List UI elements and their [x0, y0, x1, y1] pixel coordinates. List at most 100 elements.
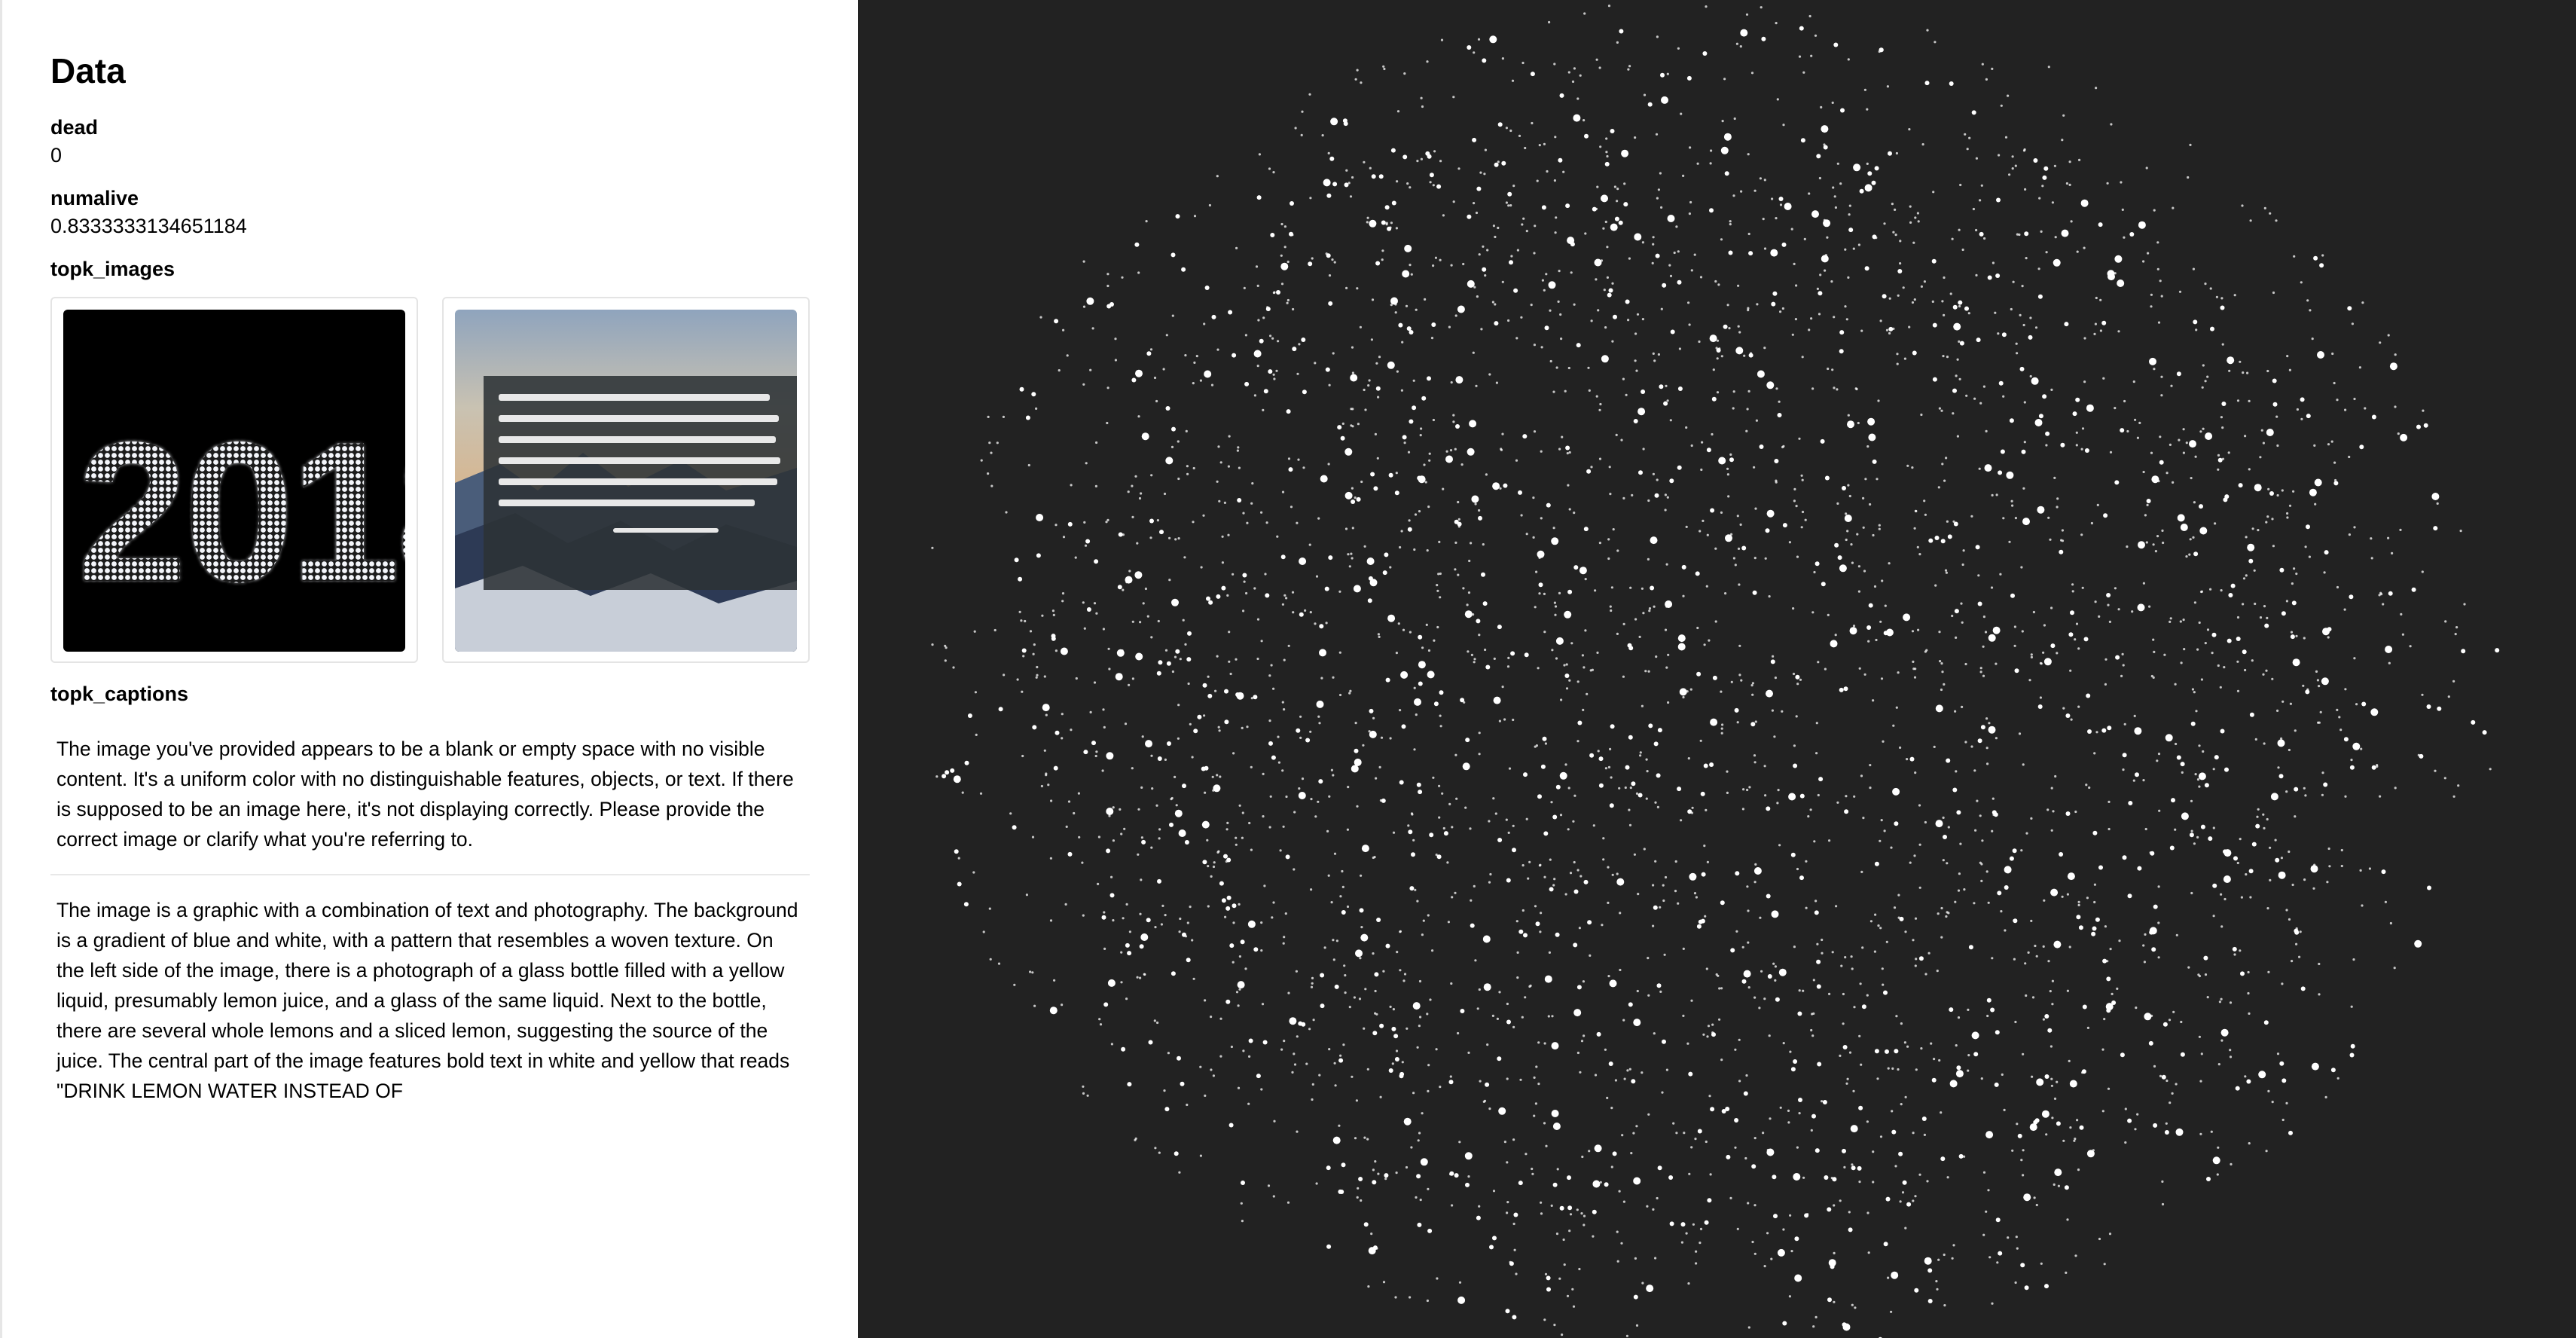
scatter-point[interactable] — [1236, 449, 1239, 452]
scatter-point[interactable] — [1293, 811, 1296, 814]
scatter-point[interactable] — [1833, 1251, 1836, 1254]
scatter-point[interactable] — [2180, 524, 2188, 531]
scatter-point[interactable] — [1771, 301, 1776, 307]
scatter-point[interactable] — [2286, 355, 2289, 358]
scatter-point[interactable] — [1830, 1264, 1835, 1269]
scatter-point[interactable] — [1187, 631, 1192, 636]
scatter-point[interactable] — [2154, 550, 2157, 553]
scatter-point[interactable] — [1175, 804, 1178, 807]
scatter-point[interactable] — [2234, 857, 2238, 860]
scatter-point[interactable] — [1344, 448, 1353, 456]
scatter-point[interactable] — [2316, 679, 2319, 682]
scatter-point[interactable] — [1145, 220, 1148, 223]
scatter-point[interactable] — [1650, 585, 1655, 591]
scatter-point[interactable] — [2023, 401, 2026, 404]
scatter-point[interactable] — [1271, 337, 1274, 340]
scatter-point[interactable] — [1915, 1068, 1918, 1071]
scatter-point[interactable] — [1350, 424, 1353, 427]
scatter-point[interactable] — [1478, 988, 1481, 991]
scatter-point[interactable] — [2104, 658, 2107, 661]
scatter-point[interactable] — [1916, 545, 1919, 548]
scatter-point[interactable] — [1097, 882, 1100, 885]
scatter-point[interactable] — [1833, 1204, 1836, 1207]
scatter-point[interactable] — [2223, 666, 2226, 669]
scatter-point[interactable] — [1142, 602, 1145, 605]
scatter-point[interactable] — [2031, 996, 2035, 999]
scatter-point[interactable] — [2262, 673, 2265, 676]
scatter-point[interactable] — [1332, 352, 1335, 355]
scatter-point[interactable] — [1924, 513, 1927, 516]
scatter-point[interactable] — [1958, 304, 1961, 308]
scatter-point[interactable] — [1531, 121, 1534, 125]
scatter-point[interactable] — [1709, 208, 1714, 213]
scatter-point[interactable] — [2248, 1142, 2251, 1145]
scatter-point[interactable] — [1158, 1151, 1161, 1154]
scatter-point[interactable] — [1140, 492, 1143, 495]
scatter-point[interactable] — [1530, 304, 1533, 307]
scatter-point[interactable] — [1720, 355, 1723, 358]
scatter-point[interactable] — [1070, 729, 1073, 732]
scatter-point[interactable] — [1627, 643, 1632, 648]
scatter-point[interactable] — [1364, 408, 1367, 411]
scatter-point[interactable] — [2164, 1130, 2169, 1135]
scatter-point[interactable] — [1918, 1173, 1921, 1176]
scatter-point[interactable] — [1396, 370, 1399, 373]
scatter-point[interactable] — [1779, 310, 1782, 313]
scatter-point[interactable] — [2162, 541, 2165, 545]
scatter-point[interactable] — [2444, 620, 2447, 623]
scatter-point[interactable] — [1344, 991, 1347, 994]
scatter-point[interactable] — [2266, 616, 2269, 620]
scatter-point[interactable] — [1158, 660, 1163, 665]
scatter-point[interactable] — [1996, 1261, 1999, 1264]
scatter-point[interactable] — [2288, 504, 2292, 507]
scatter-point[interactable] — [1291, 1071, 1294, 1074]
scatter-point[interactable] — [1204, 1094, 1207, 1097]
scatter-point[interactable] — [1605, 151, 1608, 154]
scatter-point[interactable] — [1776, 98, 1779, 101]
scatter-point[interactable] — [2350, 1005, 2353, 1008]
scatter-point[interactable] — [1121, 276, 1124, 279]
scatter-point[interactable] — [1144, 587, 1147, 591]
scatter-point[interactable] — [1156, 519, 1159, 522]
scatter-point[interactable] — [2388, 661, 2391, 664]
scatter-point[interactable] — [1226, 857, 1232, 863]
scatter-point[interactable] — [2142, 260, 2145, 263]
scatter-point[interactable] — [1923, 499, 1926, 503]
scatter-point[interactable] — [1770, 1257, 1773, 1260]
scatter-point[interactable] — [1412, 839, 1415, 842]
scatter-point[interactable] — [1437, 573, 1440, 576]
scatter-point[interactable] — [1688, 1172, 1691, 1175]
scatter-point[interactable] — [1382, 65, 1385, 68]
scatter-point[interactable] — [1199, 379, 1202, 382]
scatter-point[interactable] — [1264, 573, 1267, 576]
scatter-point[interactable] — [2138, 541, 2145, 549]
scatter-point[interactable] — [2370, 708, 2379, 716]
scatter-point[interactable] — [1554, 605, 1558, 608]
scatter-point[interactable] — [2149, 930, 2154, 935]
scatter-point[interactable] — [1911, 301, 1915, 304]
scatter-point[interactable] — [1635, 1324, 1639, 1327]
scatter-point[interactable] — [980, 459, 983, 462]
scatter-point[interactable] — [1555, 637, 1564, 645]
scatter-point[interactable] — [1396, 951, 1399, 954]
scatter-point[interactable] — [2204, 380, 2207, 383]
scatter-point[interactable] — [2370, 537, 2373, 540]
scatter-point[interactable] — [1271, 755, 1276, 760]
scatter-point[interactable] — [1427, 1064, 1430, 1067]
scatter-point[interactable] — [2271, 677, 2274, 680]
scatter-point[interactable] — [1607, 765, 1611, 769]
scatter-point[interactable] — [1647, 499, 1650, 503]
scatter-point[interactable] — [1067, 800, 1071, 803]
scatter-point[interactable] — [2251, 842, 2257, 847]
scatter-point[interactable] — [1935, 704, 1943, 713]
scatter-point[interactable] — [2276, 493, 2279, 497]
scatter-point[interactable] — [1319, 649, 1326, 657]
scatter-point[interactable] — [2267, 487, 2270, 490]
scatter-point[interactable] — [2180, 762, 2185, 767]
scatter-point[interactable] — [1286, 409, 1291, 414]
scatter-point[interactable] — [2034, 419, 2043, 426]
scatter-point[interactable] — [1628, 1002, 1633, 1007]
scatter-point[interactable] — [1720, 732, 1723, 735]
scatter-point[interactable] — [2051, 1003, 2054, 1006]
scatter-point[interactable] — [1402, 435, 1407, 440]
